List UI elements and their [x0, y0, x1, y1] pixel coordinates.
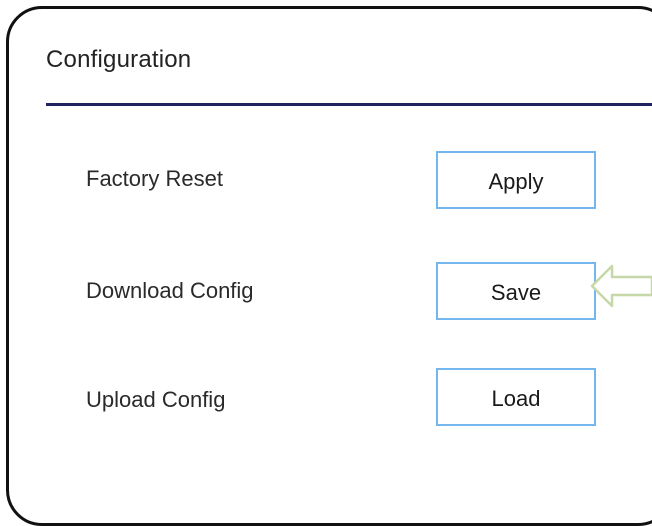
upload-config-label: Upload Config — [86, 387, 226, 412]
factory-reset-label: Factory Reset — [86, 166, 223, 191]
load-button[interactable]: Load — [436, 368, 596, 426]
apply-button[interactable]: Apply — [436, 151, 596, 209]
download-config-label: Download Config — [86, 278, 254, 303]
title-divider — [46, 103, 652, 106]
save-button[interactable]: Save — [436, 262, 596, 320]
panel-title: Configuration — [46, 46, 192, 73]
left-arrow-icon — [590, 264, 652, 308]
